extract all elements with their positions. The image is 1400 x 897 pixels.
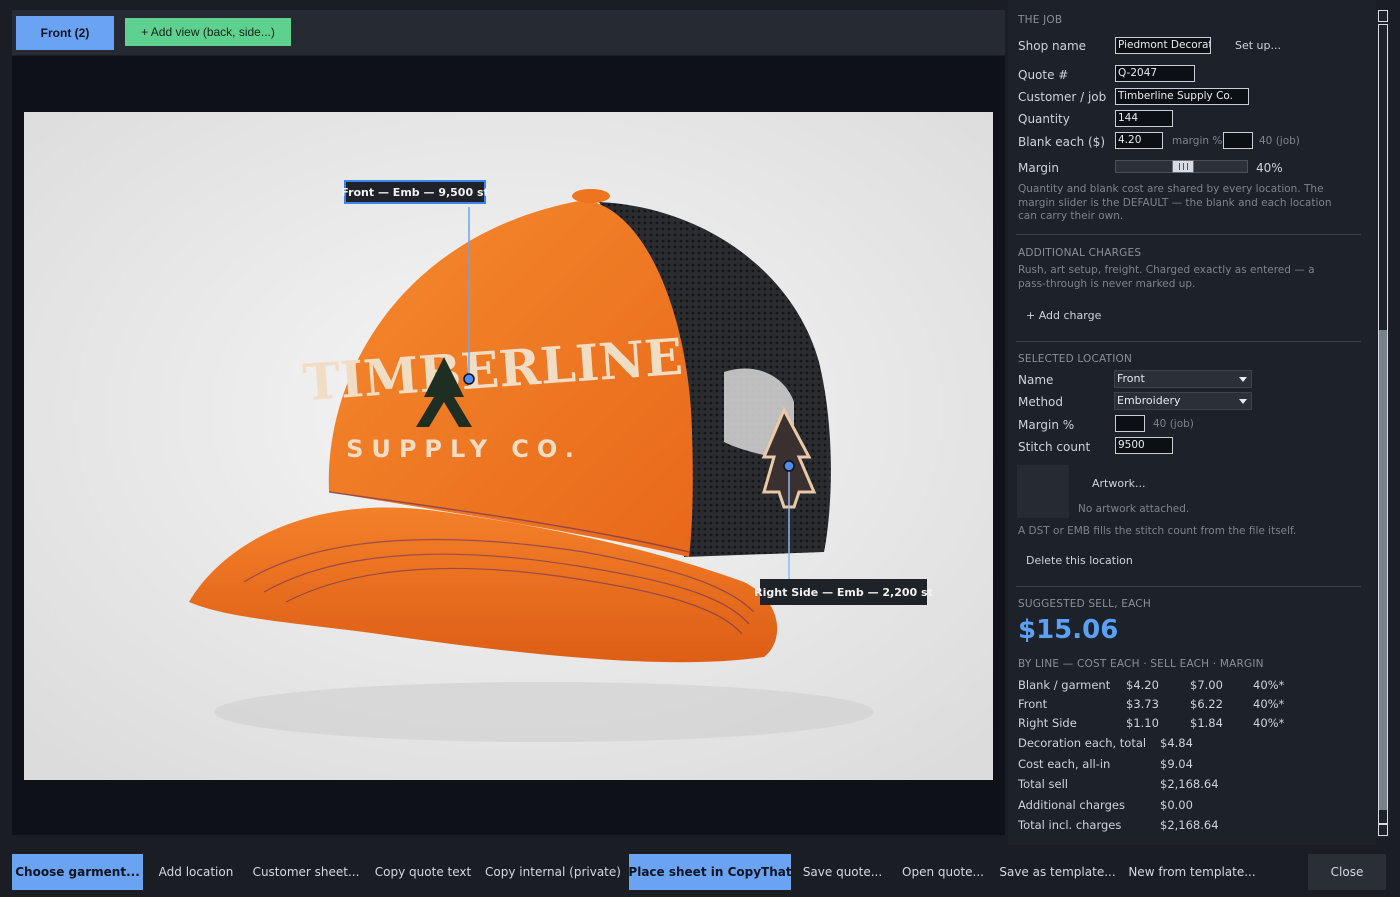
add-charge-button[interactable]: + Add charge (1026, 309, 1101, 322)
mockup-canvas[interactable]: TIMBERLINE SUPPLY CO. Front — Emb — 9,50… (12, 56, 1005, 835)
customer-label: Customer / job (1018, 90, 1107, 104)
bottom-toolbar: Choose garment... Add location Customer … (0, 848, 1400, 897)
place-sheet-button[interactable]: Place sheet in CopyThat (628, 854, 792, 890)
line-item-margin: 40%* (1253, 678, 1285, 692)
margin-value: 40% (1256, 161, 1283, 175)
blank-margin-field[interactable] (1223, 132, 1253, 149)
chevron-down-icon (1239, 399, 1247, 404)
line-item-margin: 40%* (1253, 716, 1285, 730)
customer-sheet-button[interactable]: Customer sheet... (250, 854, 362, 890)
location-margin-hint: 40 (job) (1153, 418, 1194, 430)
scroll-down-arrow[interactable] (1378, 824, 1388, 836)
quote-number-field[interactable]: Q-2047 (1115, 65, 1195, 82)
line-item-cost: $1.10 (1126, 716, 1159, 730)
save-quote-button[interactable]: Save quote... (800, 854, 885, 890)
stitch-count-field[interactable]: 9500 (1115, 437, 1173, 454)
blank-margin-hint: 40 (job) (1259, 135, 1300, 147)
line-item-cost: $4.20 (1126, 678, 1159, 692)
scroll-thumb[interactable] (1379, 330, 1387, 810)
quote-number-label: Quote # (1018, 68, 1069, 82)
charges-note: Rush, art setup, freight. Charged exactl… (1018, 264, 1315, 290)
section-location-header: SELECTED LOCATION (1018, 353, 1133, 365)
open-quote-button[interactable]: Open quote... (898, 854, 988, 890)
add-view-button[interactable]: + Add view (back, side...) (125, 18, 291, 46)
shop-name-field[interactable]: Piedmont Decorating (1115, 37, 1211, 54)
new-from-template-button[interactable]: New from template... (1126, 854, 1258, 890)
view-tab-bar: Front (2) + Add view (back, side...) (12, 10, 1005, 55)
total-value: $2,168.64 (1160, 777, 1219, 791)
section-suggested-header: SUGGESTED SELL, EACH (1018, 598, 1151, 610)
scroll-up-arrow[interactable] (1378, 10, 1388, 22)
margin-slider-thumb[interactable] (1172, 160, 1194, 173)
quantity-field[interactable]: 144 (1115, 110, 1173, 127)
callout-front[interactable]: Front — Emb — 9,500 st (341, 180, 489, 204)
chevron-down-icon (1239, 377, 1247, 382)
close-button[interactable]: Close (1308, 854, 1386, 890)
cap-illustration: TIMBERLINE SUPPLY CO. (24, 112, 993, 780)
total-name: Additional charges (1018, 797, 1125, 812)
dst-note: A DST or EMB fills the stitch count from… (1018, 525, 1297, 537)
copy-internal-button[interactable]: Copy internal (private) (485, 854, 621, 890)
margin-label: Margin (1018, 161, 1059, 175)
front-location-handle[interactable] (463, 373, 475, 385)
section-charges-header: ADDITIONAL CHARGES (1018, 247, 1142, 259)
section-job-header: THE JOB (1018, 14, 1063, 26)
line-item-sell: $6.22 (1190, 697, 1223, 711)
total-name: Decoration each, total (1018, 736, 1147, 750)
total-name: Total incl. charges (1018, 818, 1122, 832)
stitch-count-label: Stitch count (1018, 440, 1091, 454)
quote-panel: THE JOB Shop name Piedmont Decorating Se… (1008, 0, 1376, 845)
total-value: $2,168.64 (1160, 818, 1219, 832)
method-label: Method (1018, 395, 1064, 409)
no-artwork-text: No artwork attached. (1078, 503, 1190, 515)
location-margin-label: Margin % (1018, 418, 1075, 432)
divider (1016, 234, 1361, 235)
blank-margin-label: margin % (1172, 135, 1223, 147)
save-template-button[interactable]: Save as template... (999, 854, 1115, 890)
total-name: Cost each, all-in (1018, 756, 1111, 771)
method-select[interactable]: Embroidery (1114, 392, 1252, 410)
total-value: $9.04 (1160, 756, 1193, 771)
line-item-sell: $1.84 (1190, 716, 1223, 730)
divider (1016, 341, 1361, 342)
by-line-header: BY LINE — COST EACH · SELL EACH · MARGIN (1018, 658, 1264, 670)
blank-each-field[interactable]: 4.20 (1115, 132, 1163, 149)
location-margin-field[interactable] (1115, 415, 1145, 432)
blank-each-label: Blank each ($) (1018, 135, 1106, 149)
total-value: $0.00 (1160, 797, 1193, 812)
job-note: Quantity and blank cost are shared by ev… (1018, 183, 1332, 222)
location-name-value: Front (1117, 372, 1145, 385)
delete-location-button[interactable]: Delete this location (1026, 554, 1133, 567)
quantity-label: Quantity (1018, 112, 1070, 126)
callout-right-side[interactable]: Right Side — Emb — 2,200 st (754, 579, 933, 605)
line-item-name: Blank / garment (1018, 678, 1111, 692)
total-name: Total sell (1018, 777, 1068, 791)
add-location-button[interactable]: Add location (155, 854, 237, 890)
line-item-name: Front (1018, 697, 1048, 711)
artwork-button[interactable]: Artwork... (1092, 477, 1145, 490)
margin-slider[interactable] (1115, 160, 1248, 173)
location-name-label: Name (1018, 373, 1054, 387)
copy-quote-button[interactable]: Copy quote text (372, 854, 474, 890)
shop-name-label: Shop name (1018, 39, 1087, 53)
divider (1016, 586, 1361, 587)
front-embroidery-subtext: SUPPLY CO. (346, 435, 582, 463)
location-name-select[interactable]: Front (1114, 370, 1252, 388)
suggested-price: $15.06 (1018, 615, 1119, 645)
panel-scrollbar[interactable] (1376, 10, 1390, 838)
total-value: $4.84 (1160, 736, 1193, 750)
view-tab-front[interactable]: Front (2) (16, 16, 114, 50)
setup-link[interactable]: Set up... (1235, 39, 1281, 52)
quote-app: Front (2) + Add view (back, side...) TIM… (0, 0, 1400, 897)
line-item-cost: $3.73 (1126, 697, 1159, 711)
right-side-location-handle[interactable] (783, 460, 795, 472)
method-value: Embroidery (1117, 394, 1181, 407)
line-item-margin: 40%* (1253, 697, 1285, 711)
artwork-thumbnail[interactable] (1017, 465, 1069, 518)
line-item-name: Right Side (1018, 716, 1077, 730)
line-item-sell: $7.00 (1190, 678, 1223, 692)
choose-garment-button[interactable]: Choose garment... (12, 854, 143, 890)
customer-field[interactable]: Timberline Supply Co. (1115, 88, 1249, 105)
garment-photo: TIMBERLINE SUPPLY CO. Front — Emb — 9,50… (24, 112, 993, 780)
